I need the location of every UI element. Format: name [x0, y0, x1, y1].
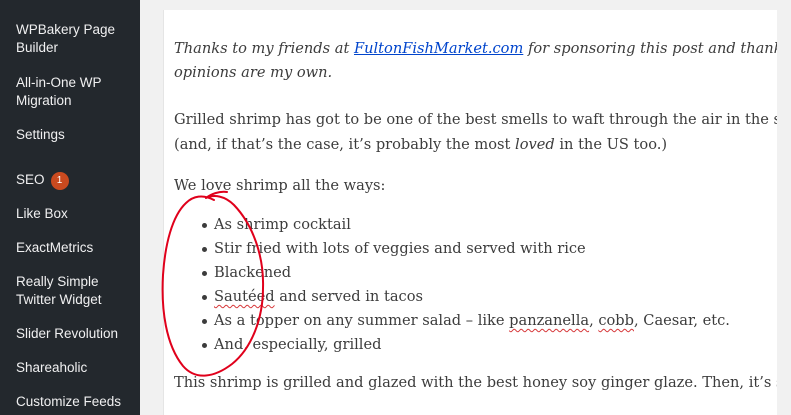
sidebar-item-all-in-one-migration[interactable]: All-in-One WP Migration	[16, 74, 134, 110]
misspelled-word[interactable]: Sautéed	[214, 288, 275, 305]
notification-badge: 1	[50, 172, 69, 190]
bullet-icon	[202, 223, 207, 228]
sidebar-item-shareaholic[interactable]: Shareaholic	[16, 359, 134, 377]
text-run: (and, if that’s the case, it’s probably …	[174, 136, 516, 153]
sponsor-link[interactable]: FultonFishMarket.com	[354, 40, 523, 57]
sidebar-item-settings[interactable]: Settings	[16, 126, 134, 144]
sidebar-item-seo[interactable]: SEO 1	[16, 171, 134, 190]
sidebar-item-customize-feeds[interactable]: Customize Feeds	[16, 393, 134, 411]
bullet-icon	[202, 319, 207, 324]
misspelled-word[interactable]: cobb	[598, 312, 634, 329]
list-item-text: As shrimp cocktail	[214, 216, 351, 233]
paragraph-line: Grilled shrimp has got to be one of the …	[174, 111, 777, 128]
list-item-text: Sautéed and served in tacos	[214, 286, 423, 308]
bullet-icon	[202, 343, 207, 348]
list-item-text: Stir fried with lots of veggies and serv…	[214, 240, 586, 257]
intro-text: Thanks to my friends at	[174, 40, 354, 57]
text-run: , Caesar, etc.	[634, 312, 730, 329]
sidebar-item-label: SEO	[16, 172, 45, 187]
sidebar-item-slider-revolution[interactable]: Slider Revolution	[16, 325, 134, 343]
emphasis-text: loved	[515, 136, 555, 153]
intro-line-2: opinions are my own.	[174, 64, 333, 81]
list-item-text: And, especially, grilled	[214, 336, 382, 353]
text-run: As a topper on any summer salad – like	[214, 312, 510, 329]
bullet-icon	[202, 271, 207, 276]
intro-line-1: Thanks to my friends at FultonFishMarket…	[174, 38, 777, 60]
paragraph-line: (and, if that’s the case, it’s probably …	[174, 134, 667, 156]
text-run: and served in tacos	[274, 288, 423, 305]
intro-text-cont: for sponsoring this post and thanks t	[523, 40, 777, 57]
bullet-icon	[202, 247, 207, 252]
post-editor-content[interactable]: Thanks to my friends at FultonFishMarket…	[163, 10, 777, 415]
sidebar-item-wpbakery[interactable]: WPBakery Page Builder	[16, 21, 134, 57]
sidebar-item-exactmetrics[interactable]: ExactMetrics	[16, 239, 134, 257]
bullet-icon	[202, 295, 207, 300]
list-item-text: As a topper on any summer salad – like p…	[214, 310, 730, 332]
paragraph-line: This shrimp is grilled and glazed with t…	[174, 374, 777, 391]
text-run: in the US too.)	[554, 136, 668, 153]
paragraph-line: We love shrimp all the ways:	[174, 177, 386, 194]
list-item-text: Blackened	[214, 264, 292, 281]
sidebar-item-twitter-widget[interactable]: Really Simple Twitter Widget	[16, 273, 134, 309]
admin-sidebar: WPBakery Page Builder All-in-One WP Migr…	[0, 0, 140, 415]
sidebar-item-like-box[interactable]: Like Box	[16, 205, 134, 223]
text-run: ,	[589, 312, 599, 329]
misspelled-word[interactable]: panzanella	[509, 312, 589, 329]
